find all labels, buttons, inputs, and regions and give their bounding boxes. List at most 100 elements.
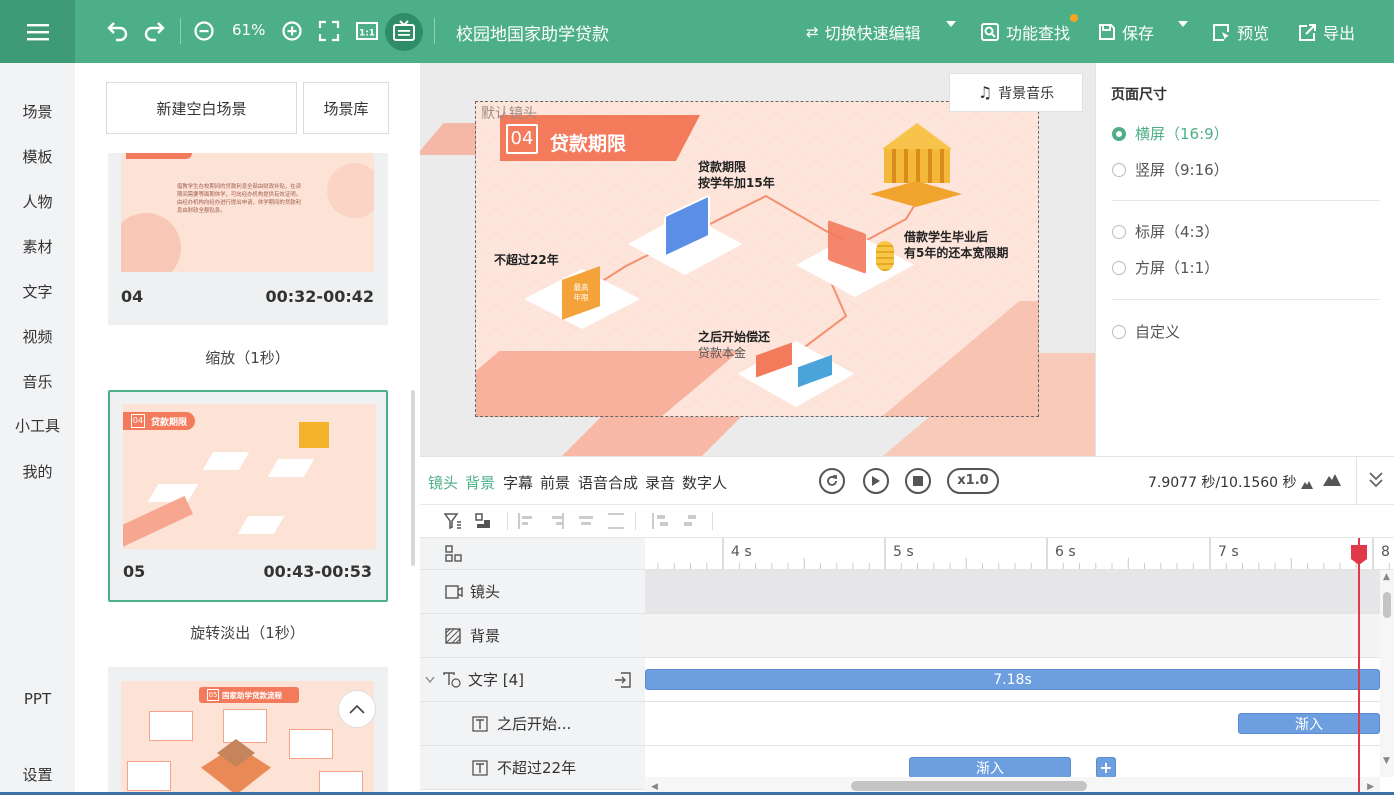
stagger-icon[interactable] [682,513,698,529]
export-button[interactable]: 导出 [1298,20,1355,44]
scene-card-04[interactable]: 倡教学生在校期间的贷款利息全部由财政补贴，在读期间需要等面期休学，可向经办机构提… [108,153,388,325]
scene-scrollbar[interactable] [411,390,415,566]
scroll-up-icon[interactable]: ▲ [1383,572,1390,582]
align-left-icon[interactable] [518,513,534,529]
preview-button[interactable]: 预览 [1212,20,1269,44]
quick-edit-dropdown[interactable] [945,20,957,28]
track-label-text-1[interactable]: 之后开始... [420,702,645,746]
undo-icon[interactable] [105,18,131,44]
scene-library-button[interactable]: 场景库 [303,82,389,134]
clip-fade-in[interactable]: 渐入 [909,757,1071,778]
fit-screen-icon[interactable] [316,18,342,44]
zoom-in-timeline-icon[interactable] [1323,471,1341,490]
arrange-icon[interactable] [652,513,668,529]
feature-search-label: 功能查找 [1006,24,1071,43]
nav-tools[interactable]: 小工具 [0,415,75,436]
replay-icon[interactable] [819,468,845,494]
tab-subtitle[interactable]: 字幕 [503,472,533,493]
track-text-1[interactable]: 渐入 [645,702,1380,746]
radio-square[interactable]: 方屏（1:1） [1112,257,1219,278]
tab-tts[interactable]: 语音合成 [578,472,638,493]
zoom-out-icon[interactable] [191,18,217,44]
enter-group-icon[interactable] [614,672,632,688]
track-label-background[interactable]: 背景 [420,614,645,658]
tab-digital-human[interactable]: 数字人 [682,472,727,493]
playhead[interactable] [1358,538,1360,795]
nav-video[interactable]: 视频 [0,326,75,347]
scroll-top-button[interactable] [338,690,376,728]
save-label: 保存 [1122,24,1155,43]
tab-camera[interactable]: 镜头 [428,472,458,493]
quick-edit-toggle[interactable]: ⇄ 切换快速编辑 [806,20,921,44]
tab-recording[interactable]: 录音 [645,472,675,493]
zoom-out-timeline-icon[interactable] [1301,474,1313,493]
track-label-text-group[interactable]: 文字 [4] [420,658,645,702]
scroll-down-icon[interactable]: ▼ [1383,756,1390,766]
redo-icon[interactable] [141,18,167,44]
transition-label[interactable]: 缩放（1秒） [75,347,420,368]
actual-size-icon[interactable]: 1:1 [354,18,380,44]
track-text-group[interactable]: 7.18s [645,658,1380,702]
tab-background[interactable]: 背景 [465,472,495,493]
track-background[interactable] [645,614,1380,658]
scroll-right-icon[interactable]: ▶ [1367,782,1374,792]
radio-portrait[interactable]: 竖屏（9:16） [1112,159,1229,180]
nav-material[interactable]: 素材 [0,236,75,257]
nav-template[interactable]: 模板 [0,146,75,167]
nav-music[interactable]: 音乐 [0,371,75,392]
caret-down-icon [1178,21,1188,27]
scroll-thumb[interactable] [851,781,1087,791]
nav-scene[interactable]: 场景 [0,101,75,122]
nav-character[interactable]: 人物 [0,191,75,212]
nav-mine[interactable]: 我的 [0,461,75,482]
feature-search-button[interactable]: 功能查找 [980,14,1079,44]
scroll-left-icon[interactable]: ◀ [651,782,658,792]
camera-frame[interactable] [475,101,1039,417]
align-right-icon[interactable] [548,513,564,529]
hamburger-menu-icon[interactable] [0,0,75,63]
filter-icon[interactable] [443,512,462,534]
clip-text-group[interactable]: 7.18s [645,669,1380,690]
chevron-up-icon [349,704,365,714]
project-title[interactable]: 校园地国家助学贷款 [456,20,609,45]
radio-standard[interactable]: 标屏（4:3） [1112,221,1219,242]
layers-icon[interactable] [474,512,492,534]
timeline-v-scrollbar[interactable]: ▲ ▼ [1380,570,1394,777]
save-button[interactable]: 保存 [1098,20,1154,44]
radio-custom[interactable]: 自定义 [1112,321,1180,342]
speed-button[interactable]: x1.0 [947,468,999,494]
nav-settings[interactable]: 设置 [0,764,75,785]
notification-dot [1070,14,1079,22]
track-camera[interactable] [645,570,1380,614]
transition-label[interactable]: 旋转淡出（1秒） [75,622,420,643]
chevron-down-icon[interactable] [425,676,435,684]
save-dropdown[interactable] [1177,20,1189,28]
thumb-title: 国家助学贷款流程 [222,691,282,700]
left-nav: 场景 模板 人物 素材 文字 视频 音乐 小工具 我的 PPT 设置 [0,63,75,795]
tab-foreground[interactable]: 前景 [540,472,570,493]
play-icon[interactable] [863,468,889,494]
scene-card-05[interactable]: 04 贷款期限 05 00:43-00:53 [108,390,388,602]
distribute-icon[interactable] [608,513,624,529]
scene-card-06[interactable]: 05 国家助学贷款流程 [108,667,388,795]
grid-icon[interactable] [445,545,463,563]
zoom-in-icon[interactable] [279,18,305,44]
radio-landscape[interactable]: 横屏（16:9） [1112,123,1229,144]
nav-ppt[interactable]: PPT [0,690,75,708]
scene-number: 05 [123,562,146,581]
align-center-icon[interactable] [578,513,594,529]
scroll-thumb[interactable] [1383,592,1391,618]
track-label-text-2[interactable]: 不超过22年 [420,746,645,790]
nav-text[interactable]: 文字 [0,281,75,302]
collapse-timeline-icon[interactable] [1368,471,1384,493]
caret-down-icon [946,21,956,27]
thumb-title: 贷款期限 [151,418,188,428]
track-label-camera[interactable]: 镜头 [420,570,645,614]
stop-icon[interactable] [905,468,931,494]
camera-icon [445,584,463,599]
add-clip-button[interactable]: + [1096,757,1116,778]
time-ruler[interactable]: 4 s 5 s 6 s 7 s 8 [645,538,1394,570]
new-blank-scene-button[interactable]: 新建空白场景 [106,82,297,134]
background-music-button[interactable]: ♫ 背景音乐 [949,73,1083,112]
subtitle-icon[interactable] [391,18,417,44]
